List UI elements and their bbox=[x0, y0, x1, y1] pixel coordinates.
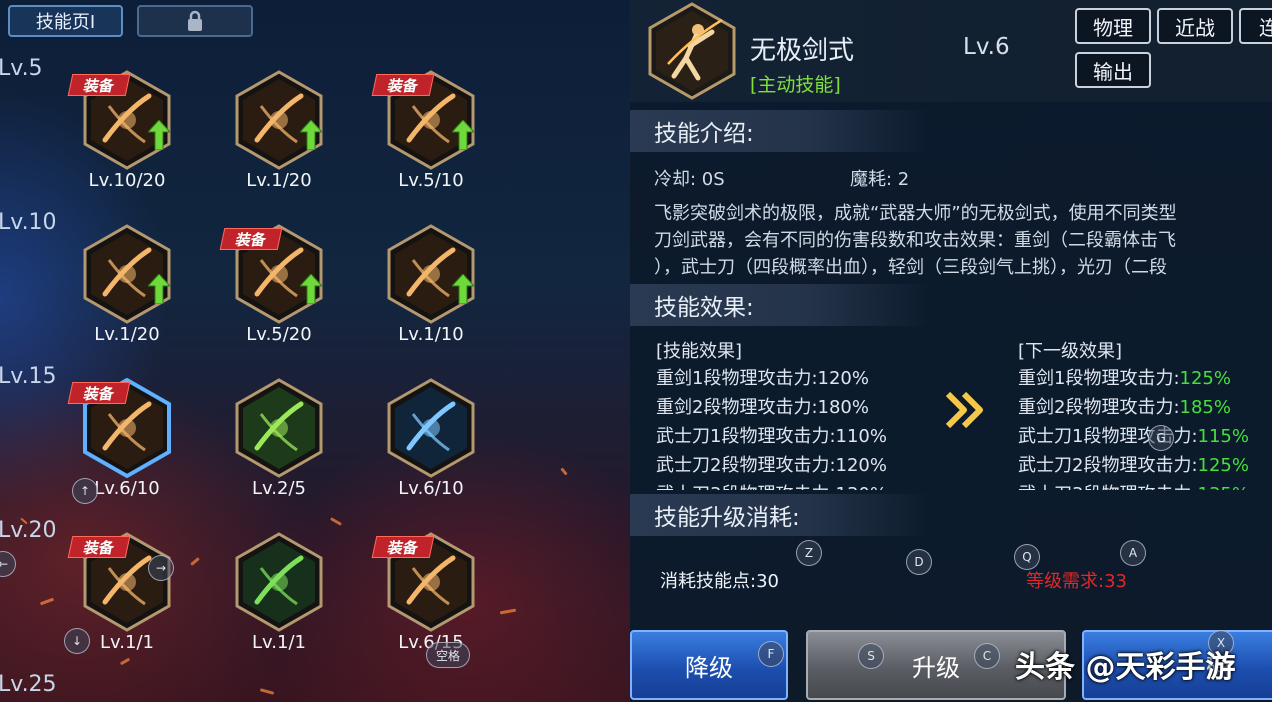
skill-level-text: Lv.5/10 bbox=[398, 170, 464, 191]
q-key-hint: Q bbox=[1014, 544, 1040, 570]
equipped-badge: 装备 bbox=[371, 74, 435, 96]
c-key-hint: C bbox=[974, 643, 1000, 669]
upgrade-arrow-icon bbox=[300, 120, 322, 150]
skill-slot[interactable]: Lv.10/20 装备 bbox=[67, 70, 182, 200]
upgrade-arrow-icon bbox=[148, 274, 170, 304]
skill-slot[interactable]: Lv.2/5 bbox=[224, 378, 334, 508]
f-key-hint: F bbox=[758, 641, 784, 667]
current-effect-row: 重剑1段物理攻击力:120% bbox=[656, 368, 869, 389]
skill-slot[interactable]: Lv.6/10 bbox=[376, 378, 486, 508]
level-label: Lv.25 bbox=[0, 672, 57, 697]
skill-slot[interactable]: Lv.5/20 装备 bbox=[219, 224, 334, 354]
up-key-hint: ↑ bbox=[72, 478, 98, 504]
watermark: 头条 @天彩手游 bbox=[1015, 650, 1236, 685]
level-label: Lv.5 bbox=[0, 56, 43, 81]
tag-melee[interactable]: 近战 bbox=[1157, 8, 1233, 44]
tag-physical[interactable]: 物理 bbox=[1075, 8, 1151, 44]
left-key-hint: ← bbox=[0, 551, 16, 577]
skill-level-text: Lv.10/20 bbox=[88, 170, 166, 191]
skill-name: 无极剑式 bbox=[750, 36, 855, 66]
skill-level-text: Lv.2/5 bbox=[252, 478, 306, 499]
swordsman-icon bbox=[648, 2, 736, 100]
skill-level-text: Lv.6/10 bbox=[398, 478, 464, 499]
d-key-hint: D bbox=[906, 549, 932, 575]
a-key-hint: A bbox=[1120, 540, 1146, 566]
current-effect-row: 武士刀2段物理攻击力:120% bbox=[656, 455, 887, 476]
next-effect-row: 武士刀3段物理攻击力:135% bbox=[1018, 480, 1249, 490]
down-key-hint: ↓ bbox=[64, 628, 90, 654]
next-effect-row: 重剑1段物理攻击力:125% bbox=[1018, 368, 1231, 389]
cooldown: 冷却: 0S bbox=[654, 169, 725, 190]
skill-slot[interactable]: Lv.1/1 bbox=[224, 532, 334, 662]
upgrade-arrow-icon bbox=[148, 120, 170, 150]
skill-point-cost: 消耗技能点:30 bbox=[660, 571, 779, 592]
next-effect-row: 重剑2段物理攻击力:185% bbox=[1018, 397, 1231, 418]
skill-slot[interactable]: Lv.6/15 装备 bbox=[371, 532, 486, 662]
skill-tree-panel: 技能页Ⅰ Lv.5 Lv.10 Lv.15 Lv.20 Lv.25 Lv.10/… bbox=[0, 0, 630, 702]
skill-level-text: Lv.1/10 bbox=[398, 324, 464, 345]
current-effect-row: 武士刀3段物理攻击力:130% bbox=[656, 480, 887, 490]
green-blade-icon bbox=[235, 378, 323, 478]
skill-page-tab[interactable]: 技能页Ⅰ bbox=[8, 5, 123, 37]
tag-combo[interactable]: 连 bbox=[1239, 8, 1272, 44]
skill-type: [主动技能] bbox=[750, 74, 841, 96]
skill-slot[interactable]: Lv.1/20 bbox=[224, 70, 334, 200]
next-effect-row: 武士刀2段物理攻击力:125% bbox=[1018, 455, 1249, 476]
equipped-badge: 装备 bbox=[219, 228, 283, 250]
space-key-hint: 空格 bbox=[426, 642, 470, 668]
lock-icon bbox=[188, 10, 202, 31]
description-line: 刀剑武器，会有不同的伤害段数和攻击效果：重剑（二段霸体击飞 bbox=[654, 230, 1176, 251]
effect-section-title: 技能效果: bbox=[630, 284, 930, 326]
current-effect-row: 重剑2段物理攻击力:180% bbox=[656, 397, 869, 418]
intro-section-title: 技能介绍: bbox=[630, 110, 930, 152]
upgrade-arrow-icon bbox=[300, 274, 322, 304]
level-label: Lv.15 bbox=[0, 364, 57, 389]
upgrade-arrow-icon bbox=[452, 274, 474, 304]
skill-level-text: Lv.1/20 bbox=[94, 324, 160, 345]
skill-slot[interactable]: Lv.1/10 bbox=[376, 224, 486, 354]
skill-level-text: Lv.1/20 bbox=[246, 170, 312, 191]
upgrade-arrow-icon bbox=[452, 120, 474, 150]
skill-slot[interactable]: Lv.1/20 bbox=[72, 224, 182, 354]
equipped-badge: 装备 bbox=[67, 536, 131, 558]
mana-cost: 魔耗: 2 bbox=[850, 169, 910, 190]
skill-level-text: Lv.1/1 bbox=[252, 632, 306, 653]
tag-damage[interactable]: 输出 bbox=[1075, 52, 1151, 88]
green-crescent-icon bbox=[235, 532, 323, 632]
z-key-hint: Z bbox=[796, 540, 822, 566]
equipped-badge: 装备 bbox=[67, 74, 131, 96]
g-key-hint: G bbox=[1148, 425, 1174, 451]
crossed-swords-icon bbox=[387, 378, 475, 478]
equipped-badge: 装备 bbox=[67, 382, 131, 404]
locked-skill-page-tab[interactable] bbox=[137, 5, 253, 37]
right-key-hint: → bbox=[148, 555, 174, 581]
description-line: 飞影突破剑术的极限，成就“武器大师”的无极剑式，使用不同类型 bbox=[654, 203, 1177, 224]
skill-slot[interactable]: Lv.5/10 装备 bbox=[371, 70, 486, 200]
cost-section-title: 技能升级消耗: bbox=[630, 494, 930, 536]
level-label: Lv.20 bbox=[0, 518, 57, 543]
current-effect-row: 武士刀1段物理攻击力:110% bbox=[656, 426, 887, 447]
double-chevron-icon bbox=[945, 391, 983, 429]
description-line: ），武士刀（四段概率出血），轻剑（三段剑气上挑），光刃（二段 bbox=[654, 257, 1167, 278]
level-label: Lv.10 bbox=[0, 210, 57, 235]
skill-level: Lv.6 bbox=[963, 34, 1010, 60]
s-key-hint: S bbox=[858, 643, 884, 669]
equipped-badge: 装备 bbox=[371, 536, 435, 558]
next-effect-row: 武士刀1段物理攻击力:115% bbox=[1018, 426, 1249, 447]
skill-level-text: Lv.5/20 bbox=[246, 324, 312, 345]
level-requirement: 等级需求:33 bbox=[1026, 571, 1127, 592]
skill-detail-panel: 无极剑式 [主动技能] Lv.6 物理 近战 连 输出 技能介绍: 冷却: 0S… bbox=[630, 0, 1272, 702]
